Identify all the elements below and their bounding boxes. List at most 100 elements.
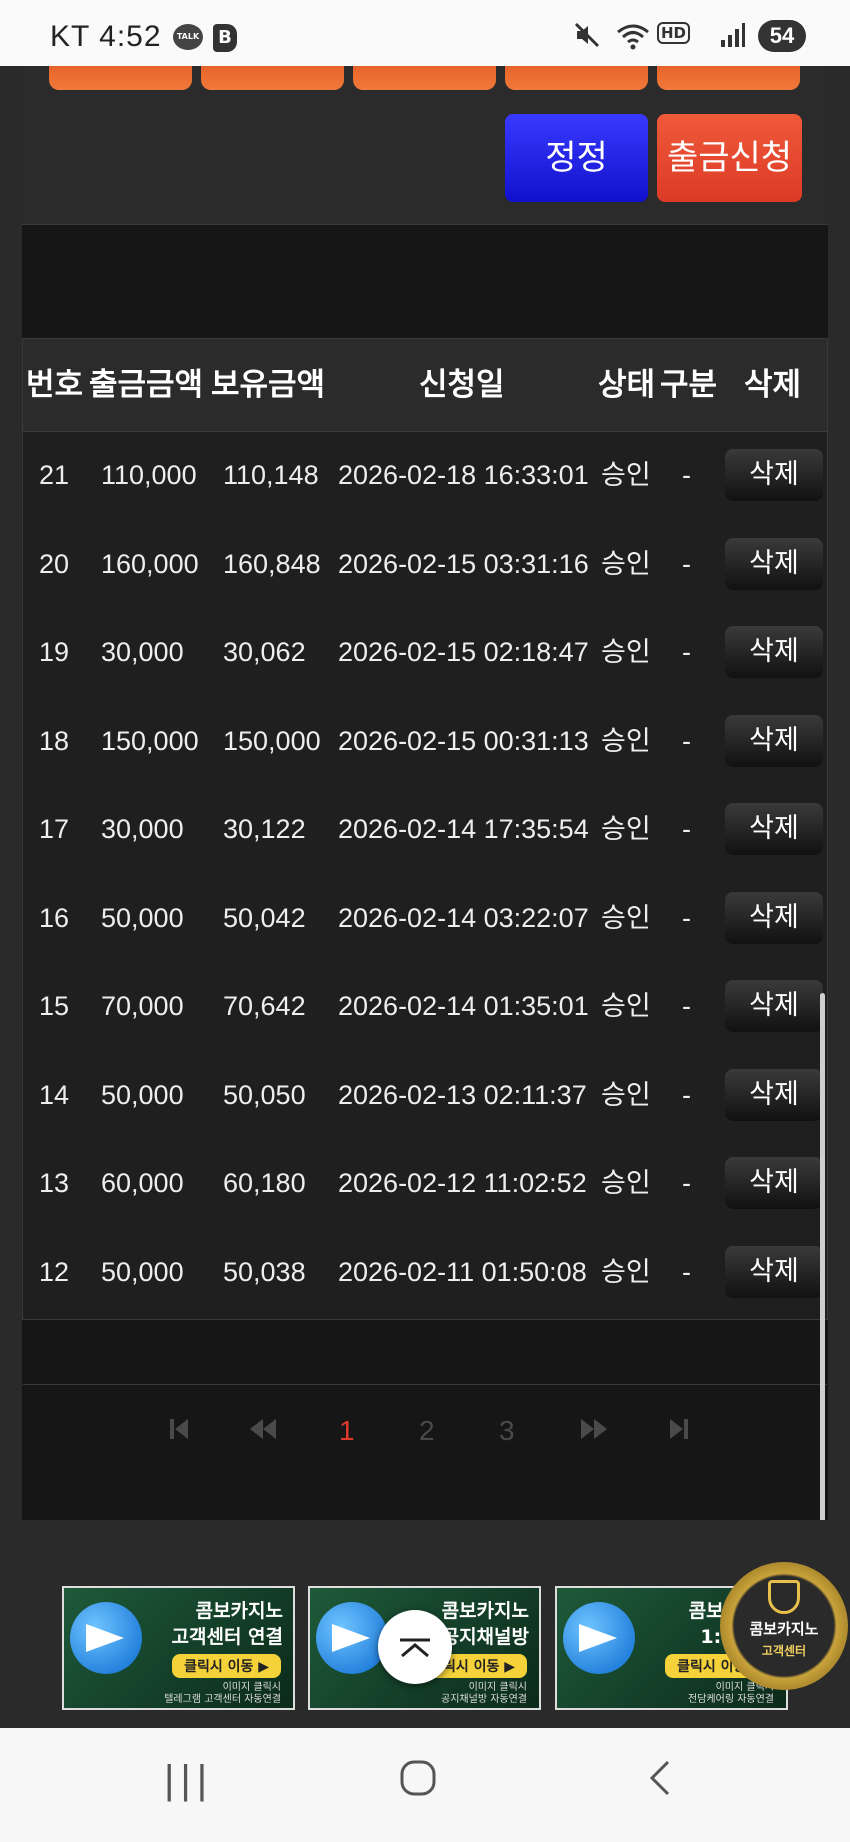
page-1-link[interactable]: 1 [339,1415,355,1447]
action-area: 정정 출금신청 [22,66,828,225]
row-status: 승인 [601,460,651,490]
recent-apps-icon[interactable]: ||| [164,1758,213,1803]
row-withdraw-amount: 150,000 [101,725,199,756]
row-number: 21 [39,460,70,490]
back-icon[interactable] [644,1758,674,1808]
b-app-icon: B [213,24,237,52]
row-withdraw-amount: 60,000 [101,1168,184,1198]
page-3-link[interactable]: 3 [499,1415,515,1447]
scrollbar[interactable] [820,993,825,1543]
banner-title-line-1: 콤보카지노 [441,1600,529,1622]
row-type: - [682,1079,691,1110]
signal-icon [720,22,746,54]
row-type: - [682,991,691,1021]
pagination: 1 2 3 [23,1384,827,1485]
telegram-icon [70,1602,142,1674]
withdrawal-history-table: 번호 출금금액 보유금액 신청일 상태 구분 삭제 21 110,000 110,1… [22,338,828,1446]
row-balance: 150,000 [223,725,321,756]
last-page-icon[interactable] [668,1415,690,1450]
delete-button[interactable]: 삭제 [725,449,823,501]
mute-icon [574,22,600,54]
row-status: 승인 [601,991,651,1021]
row-withdraw-amount: 110,000 [101,460,197,490]
delete-button[interactable]: 삭제 [725,714,823,767]
delete-button[interactable]: 삭제 [725,537,823,590]
carrier-time: KT 4:52 [50,20,162,53]
amount-button[interactable] [49,66,192,90]
banner-title-line-1: 콤보카지노 [195,1600,283,1622]
table-row: 20 160,000 160,848 2026-02-15 03:31:16 승인 - 삭제 [23,520,827,608]
amount-button[interactable] [201,66,344,90]
table-row: 12 50,000 50,038 2026-02-11 01:50:08 승인 - 삭제 [23,1228,827,1316]
delete-button[interactable]: 삭제 [725,1157,823,1209]
page-2-link[interactable]: 2 [419,1415,435,1447]
home-icon[interactable] [398,1758,438,1808]
amount-button[interactable] [353,66,496,90]
banner-sub-line-2: 공지채널방 자동연결 [441,1694,527,1705]
promo-banner[interactable]: 콤보카지노 고객센터 연결 클릭시 이동 ▶ 이미지 클릭시 텔레그램 고객센터 자동연… [62,1586,295,1710]
row-type: - [682,814,691,844]
amount-button[interactable] [657,66,800,90]
table-row: 19 30,000 30,062 2026-02-15 02:18:47 승인 - 삭제 [23,608,827,696]
kakaotalk-icon: TALK [173,24,203,50]
withdraw-request-button[interactable]: 출금신청 [657,114,802,202]
row-withdraw-amount: 30,000 [101,637,184,667]
row-withdraw-amount: 50,000 [101,1256,184,1287]
header-status: 상태 [598,367,656,403]
header-request-date: 신청일 [419,367,505,403]
row-balance: 30,122 [223,814,306,844]
withdrawal-panel: 정정 출금신청 번호 출금금액 보유금액 신청일 상태 구분 삭제 21 110,… [22,66,828,1543]
row-request-date: 2026-02-11 01:50:08 [338,1256,587,1287]
row-request-date: 2026-02-18 16:33:01 [338,460,589,490]
delete-button[interactable]: 삭제 [725,1245,823,1298]
row-number: 18 [39,725,70,756]
banner-title-line-2: 고객센터 연결 [171,1626,284,1648]
row-request-date: 2026-02-15 00:31:13 [338,725,589,756]
battery-icon: 54 [758,20,806,52]
customer-center-badge[interactable]: 콤보카지노 고객센터 [720,1562,848,1690]
chevron-up-icon[interactable] [378,1610,452,1684]
row-request-date: 2026-02-14 01:35:01 [338,991,589,1021]
row-status: 승인 [601,1079,651,1110]
row-balance: 110,148 [223,460,319,490]
row-number: 16 [39,902,70,933]
table-row: 17 30,000 30,122 2026-02-14 17:35:54 승인 - 삭제 [23,785,827,873]
telegram-icon [316,1602,388,1674]
row-number: 20 [39,548,70,579]
row-number: 14 [39,1079,70,1110]
delete-button[interactable]: 삭제 [725,1068,823,1121]
row-number: 12 [39,1256,70,1287]
row-status: 승인 [601,637,651,667]
correct-button[interactable]: 정정 [505,114,648,202]
table-row: 16 50,000 50,042 2026-02-14 03:22:07 승인 - 삭제 [23,874,827,962]
delete-button[interactable]: 삭제 [725,891,823,944]
first-page-icon[interactable] [168,1415,190,1450]
row-status: 승인 [601,902,651,933]
delete-button[interactable]: 삭제 [725,980,823,1032]
delete-button[interactable]: 삭제 [725,803,823,855]
banner-sub-line-2: 전담케어링 자동연결 [688,1694,774,1705]
next-page-icon[interactable] [579,1415,609,1450]
row-balance: 60,180 [223,1168,306,1198]
row-balance: 70,642 [223,991,306,1021]
banner-click-button[interactable]: 클릭시 이동 ▶ [172,1654,281,1678]
banner-title: 콤보카지노고객센터 연결 [172,1598,284,1650]
prev-page-icon[interactable] [248,1415,278,1450]
hd-icon: HD [656,22,690,44]
row-status: 승인 [601,1256,651,1287]
row-type: - [682,637,691,667]
header-number: 번호 [26,367,84,403]
row-balance: 50,038 [223,1256,306,1287]
delete-button[interactable]: 삭제 [725,626,823,678]
amount-button[interactable] [505,66,648,90]
row-number: 15 [39,991,70,1021]
row-withdraw-amount: 50,000 [101,902,184,933]
row-balance: 160,848 [223,548,321,579]
cs-badge-subtitle: 고객센터 [761,1644,807,1658]
row-number: 19 [39,637,70,667]
table-header: 번호 출금금액 보유금액 신청일 상태 구분 삭제 [23,339,827,432]
row-request-date: 2026-02-12 11:02:52 [338,1168,587,1198]
table-row: 14 50,000 50,050 2026-02-13 02:11:37 승인 - 삭제 [23,1051,827,1139]
row-type: - [682,460,691,490]
cs-badge-title: 콤보카지노 [749,1620,819,1638]
